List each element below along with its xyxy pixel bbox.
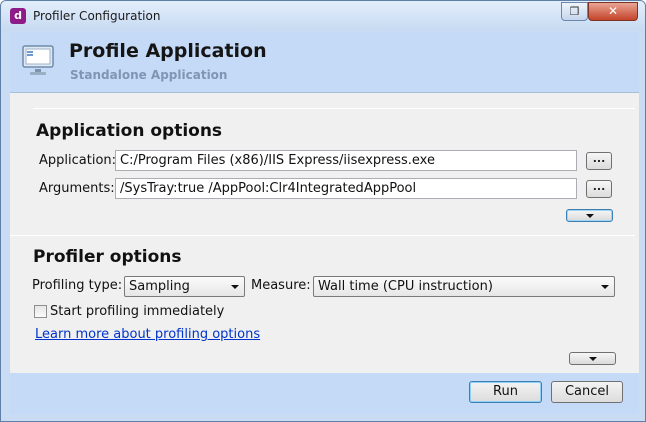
close-button[interactable]: ✕ bbox=[588, 2, 638, 21]
arguments-input[interactable]: /SysTray:true /AppPool:Clr4IntegratedApp… bbox=[115, 178, 577, 199]
page-subtitle: Standalone Application bbox=[70, 68, 228, 82]
run-button[interactable]: Run bbox=[469, 381, 542, 403]
browse-application-button[interactable]: ... bbox=[586, 152, 612, 170]
start-profiling-checkbox[interactable] bbox=[34, 305, 47, 318]
restore-button[interactable]: ❐ bbox=[561, 2, 588, 21]
application-options-title: Application options bbox=[36, 121, 223, 141]
title-bar[interactable]: d Profiler Configuration ❐ ✕ bbox=[1, 1, 645, 31]
divider bbox=[33, 108, 635, 109]
measure-select[interactable]: Wall time (CPU instruction) bbox=[313, 276, 615, 297]
window-title: Profiler Configuration bbox=[33, 9, 161, 23]
profiler-configuration-window: d Profiler Configuration ❐ ✕ Profile App… bbox=[0, 0, 646, 422]
restore-icon: ❐ bbox=[569, 5, 580, 18]
app-logo-icon: d bbox=[10, 8, 26, 24]
chevron-down-icon bbox=[589, 357, 597, 361]
arguments-label: Arguments: bbox=[39, 181, 115, 196]
application-label: Application: bbox=[39, 153, 117, 168]
close-icon: ✕ bbox=[607, 4, 619, 18]
profiler-options-title: Profiler options bbox=[33, 247, 182, 267]
application-path-input[interactable]: C:/Program Files (x86)/IIS Express/iisex… bbox=[115, 150, 577, 171]
monitor-icon bbox=[22, 45, 54, 75]
measure-value: Wall time (CPU instruction) bbox=[318, 279, 493, 294]
measure-label: Measure: bbox=[251, 278, 311, 293]
cancel-button[interactable]: Cancel bbox=[551, 381, 623, 403]
dialog-content: Application options Application: C:/Prog… bbox=[10, 93, 639, 373]
profiling-type-value: Sampling bbox=[129, 279, 190, 294]
chevron-down-icon bbox=[231, 285, 239, 289]
page-title: Profile Application bbox=[69, 40, 267, 62]
chevron-down-icon bbox=[586, 214, 594, 218]
browse-arguments-button[interactable]: ... bbox=[586, 180, 612, 198]
dialog-header: Profile Application Standalone Applicati… bbox=[10, 32, 639, 93]
profiling-type-label: Profiling type: bbox=[32, 278, 123, 293]
expand-profiler-options-button[interactable] bbox=[569, 352, 616, 365]
start-profiling-label: Start profiling immediately bbox=[50, 304, 225, 319]
profiling-type-select[interactable]: Sampling bbox=[124, 276, 245, 297]
dialog-footer: Run Cancel bbox=[10, 373, 639, 414]
expand-application-options-button[interactable] bbox=[566, 209, 613, 222]
learn-more-link[interactable]: Learn more about profiling options bbox=[35, 327, 260, 342]
divider bbox=[10, 235, 635, 236]
chevron-down-icon bbox=[601, 285, 609, 289]
